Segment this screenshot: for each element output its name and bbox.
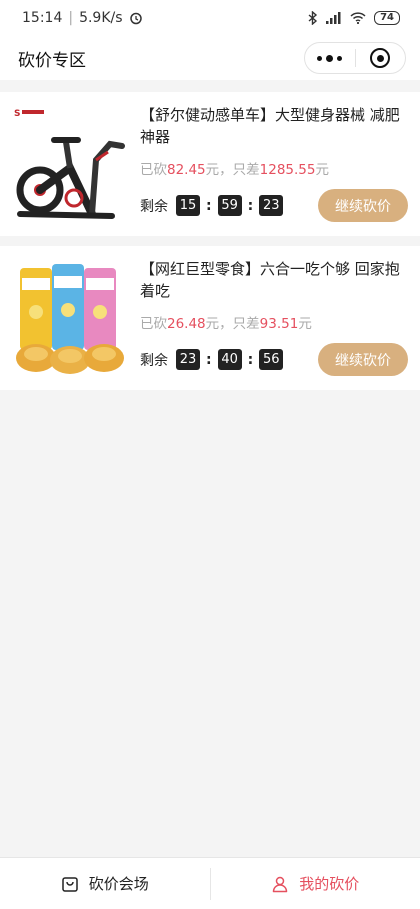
countdown-minutes: 40 [217, 349, 242, 370]
cut-mid: 元，只差 [205, 162, 260, 178]
status-speed: 5.9K/s [79, 10, 123, 26]
countdown-minutes: 59 [217, 195, 242, 216]
countdown-seconds: 23 [259, 195, 284, 216]
status-time: 15:14 [22, 10, 63, 26]
product-info: 【舒尔健动感单车】大型健身器械 减肥神器 已砍82.45元，只差1285.55元… [136, 92, 420, 236]
product-card[interactable]: S 【舒尔健动感单车】大型健身器械 减肥神器 已砍82.45元，只差1285.5… [0, 92, 420, 236]
cut-mid: 元，只差 [205, 316, 260, 332]
countdown-row: 剩余 15 : 59 : 23 继续砍价 [140, 189, 408, 222]
nav-bar: 砍价专区 [0, 36, 420, 80]
more-dots-icon [317, 54, 343, 62]
product-image-snacks [0, 246, 136, 390]
mini-program-capsule [304, 42, 406, 74]
cut-prefix: 已砍 [140, 316, 167, 332]
product-name: 【网红巨型零食】六合一吃个够 回家抱着吃 [140, 260, 400, 300]
tab-my-bargain[interactable]: 我的砍价 [211, 858, 420, 909]
tab-label: 我的砍价 [299, 875, 360, 893]
countdown-colon: : [206, 197, 212, 214]
continue-bargain-button[interactable]: 继续砍价 [318, 343, 408, 376]
product-name: 【舒尔健动感单车】大型健身器械 减肥神器 [140, 106, 400, 146]
signal-icon [326, 12, 341, 24]
countdown-hours: 15 [176, 195, 200, 216]
tab-label: 砍价会场 [88, 875, 149, 893]
alarm-icon [129, 12, 142, 25]
continue-bargain-button[interactable]: 继续砍价 [318, 189, 408, 222]
bluetooth-icon [308, 11, 318, 25]
tab-bargain-venue[interactable]: 砍价会场 [0, 858, 210, 909]
close-button[interactable] [356, 43, 406, 73]
remain-amount: 1285.55 [259, 162, 316, 178]
wifi-icon [350, 12, 366, 24]
countdown-colon: : [247, 351, 254, 368]
shopping-bag-icon [61, 876, 78, 892]
countdown-hours: 23 [176, 349, 200, 370]
price-line: 已砍82.45元，只差1285.55元 [140, 158, 408, 178]
product-info: 【网红巨型零食】六合一吃个够 回家抱着吃 已砍26.48元，只差93.51元 剩… [136, 246, 420, 390]
product-list: S 【舒尔健动感单车】大型健身器械 减肥神器 已砍82.45元，只差1285.5… [0, 80, 420, 390]
countdown-label: 剩余 [140, 352, 168, 369]
price-line: 已砍26.48元，只差93.51元 [140, 312, 408, 332]
remain-amount: 93.51 [259, 316, 299, 332]
cut-amount: 82.45 [167, 162, 206, 178]
countdown-row: 剩余 23 : 40 : 56 继续砍价 [140, 343, 408, 376]
countdown-label: 剩余 [140, 198, 168, 215]
cut-prefix: 已砍 [140, 162, 167, 178]
bottom-tab-bar: 砍价会场 我的砍价 [0, 857, 420, 909]
product-card[interactable]: 【网红巨型零食】六合一吃个够 回家抱着吃 已砍26.48元，只差93.51元 剩… [0, 246, 420, 390]
user-icon [272, 876, 288, 892]
status-separator: | [68, 10, 74, 26]
page-title: 砍价专区 [18, 50, 86, 71]
remain-suffix: 元 [298, 316, 312, 332]
close-target-icon [370, 48, 391, 68]
countdown-timer: 剩余 23 : 40 : 56 [140, 349, 284, 370]
countdown-colon: : [206, 351, 212, 368]
remain-suffix: 元 [315, 162, 329, 178]
svg-text:S: S [14, 109, 20, 119]
countdown-timer: 剩余 15 : 59 : 23 [140, 195, 284, 216]
status-bar: 15:14 | 5.9K/s 74 [0, 0, 420, 36]
countdown-seconds: 56 [259, 349, 284, 370]
product-image-bike: S [0, 92, 136, 236]
countdown-colon: : [247, 197, 254, 214]
more-button[interactable] [305, 43, 355, 73]
battery-indicator: 74 [374, 11, 400, 25]
cut-amount: 26.48 [167, 316, 206, 332]
